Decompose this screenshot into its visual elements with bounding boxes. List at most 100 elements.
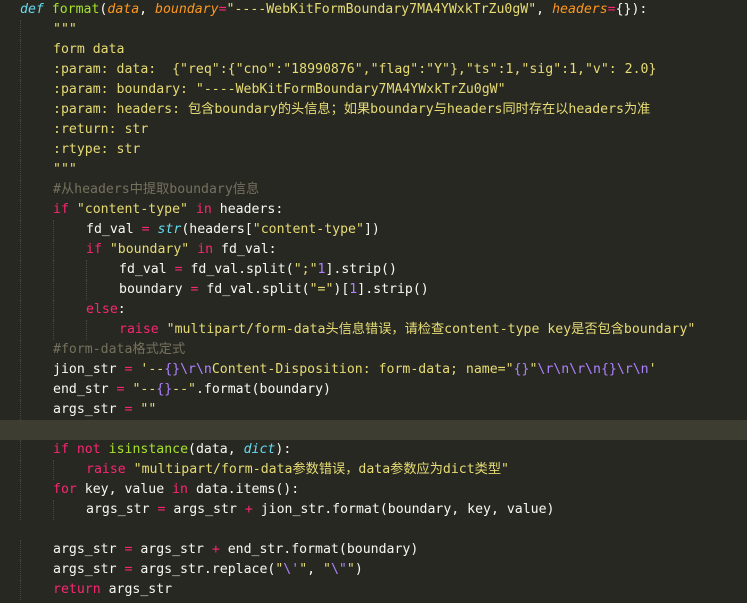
code-token: "content-type": [76, 202, 188, 217]
code-token: """: [53, 22, 77, 37]
code-token: Content-Disposition: form-data; name=": [211, 362, 514, 377]
indent-guide: [53, 500, 54, 520]
code-token: (headers[: [181, 222, 253, 237]
code-token: ,: [307, 562, 324, 577]
code-token: '--: [140, 362, 165, 377]
code-lines: def format(data, boundary="----WebKitFor…: [0, 0, 747, 600]
indent-guide: [20, 540, 21, 560]
indent-guide: [20, 220, 21, 240]
code-line[interactable]: :param: data: {"req":{"cno":"18990876","…: [0, 60, 747, 80]
code-token: raise: [119, 322, 159, 337]
code-line[interactable]: :return: str: [0, 120, 747, 140]
code-line[interactable]: #form-data格式定式: [0, 340, 747, 360]
indent-guide: [20, 160, 21, 180]
indent-guide: [20, 440, 21, 460]
code-text: jion_str = '--{}\r\nContent-Disposition:…: [53, 360, 657, 380]
code-line[interactable]: """: [0, 160, 747, 180]
indent-guide: [53, 220, 54, 240]
code-line[interactable]: [0, 520, 747, 540]
code-line[interactable]: form data: [0, 40, 747, 60]
code-line[interactable]: #从headers中提取boundary信息: [0, 180, 747, 200]
code-line[interactable]: for key, value in data.items():: [0, 480, 747, 500]
code-line[interactable]: end_str = "--{}--".format(boundary): [0, 380, 747, 400]
code-token: ': [648, 362, 657, 377]
code-line[interactable]: """: [0, 20, 747, 40]
code-line[interactable]: if "content-type" in headers:: [0, 200, 747, 220]
code-line[interactable]: args_str = args_str.replace("\'", "\""): [0, 560, 747, 580]
code-token: return: [53, 582, 101, 597]
code-line[interactable]: jion_str = '--{}\r\nContent-Disposition:…: [0, 360, 747, 380]
code-token: args_str: [53, 542, 125, 557]
indent-guide: [86, 280, 87, 300]
code-line[interactable]: :param: headers: 包含boundary的头信息；如果bounda…: [0, 100, 747, 120]
code-token: ";": [293, 262, 318, 277]
code-token: isinstance: [108, 442, 189, 457]
code-text: if "boundary" in fd_val:: [86, 240, 277, 260]
code-token: if: [86, 242, 102, 257]
code-line[interactable]: boundary = fd_val.split("=")[1].strip(): [0, 280, 747, 300]
code-line[interactable]: args_str = args_str + end_str.format(bou…: [0, 540, 747, 560]
code-token: "content-type": [252, 222, 364, 237]
indent-guide: [20, 260, 21, 280]
code-token: (data,: [188, 442, 244, 457]
code-token: dict: [243, 442, 276, 457]
code-token: --": [172, 382, 196, 397]
code-token: if: [53, 442, 69, 457]
code-text: fd_val = fd_val.split(";"1].strip(): [119, 260, 397, 280]
code-text: if "content-type" in headers:: [53, 200, 283, 220]
indent-guide: [20, 300, 21, 320]
code-token: =: [218, 2, 227, 17]
code-token: else: [86, 302, 118, 317]
code-line[interactable]: if "boundary" in fd_val:: [0, 240, 747, 260]
code-text: args_str = args_str + jion_str.format(bo…: [86, 500, 554, 520]
code-token: =: [607, 2, 616, 17]
code-token: jion_str.format(boundary, key, value): [252, 502, 555, 517]
code-token: ": [323, 562, 331, 577]
code-token: boundary: [119, 282, 191, 297]
code-line[interactable]: raise "multipart/form-data参数错误，data参数应为d…: [0, 460, 747, 480]
indent-guide: [20, 500, 21, 520]
indent-guide: [20, 560, 21, 580]
code-text: form data: [53, 40, 124, 60]
code-token: format: [51, 2, 100, 17]
code-token: form data: [53, 42, 125, 57]
code-token: raise: [86, 462, 126, 477]
code-token: "=": [309, 282, 334, 297]
code-token: args_str: [165, 502, 245, 517]
code-token: =: [141, 222, 150, 237]
code-line[interactable]: args_str = args_str + jion_str.format(bo…: [0, 500, 747, 520]
code-line[interactable]: args_str = "": [0, 400, 747, 420]
code-line[interactable]: raise "multipart/form-data头信息错误，请检查conte…: [0, 320, 747, 340]
code-line[interactable]: fd_val = fd_val.split(";"1].strip(): [0, 260, 747, 280]
code-token: ,: [139, 2, 156, 17]
code-token: ].strip(): [357, 282, 429, 297]
code-token: fd_val.split(: [182, 262, 294, 277]
code-token: jion_str: [53, 362, 125, 377]
indent-guide: [53, 320, 54, 340]
code-line[interactable]: if not isinstance(data, dict):: [0, 440, 747, 460]
code-text: :param: headers: 包含boundary的头信息；如果bounda…: [53, 100, 650, 120]
code-line-current[interactable]: [0, 420, 747, 440]
code-text: args_str = args_str + end_str.format(bou…: [53, 540, 418, 560]
indent-guide: [20, 460, 21, 480]
code-line[interactable]: :rtype: str: [0, 140, 747, 160]
code-token: args_str: [53, 402, 125, 417]
code-editor[interactable]: def format(data, boundary="----WebKitFor…: [0, 0, 747, 603]
code-line[interactable]: :param: boundary: "----WebKitFormBoundar…: [0, 80, 747, 100]
indent-guide: [53, 280, 54, 300]
code-token: #form-data格式定式: [53, 342, 186, 357]
code-line[interactable]: else:: [0, 300, 747, 320]
code-token: :param: data: {"req":{"cno":"18990876","…: [53, 62, 657, 77]
code-text: end_str = "--{}--".format(boundary): [53, 380, 331, 400]
code-line[interactable]: fd_val = str(headers["content-type"]): [0, 220, 747, 240]
code-text: """: [53, 20, 77, 40]
code-text: raise "multipart/form-data参数错误，data参数应为d…: [86, 460, 509, 480]
code-line[interactable]: return args_str: [0, 580, 747, 600]
code-token: "multipart/form-data参数错误，data参数应为dict类型": [133, 462, 509, 477]
code-token: {}: [600, 362, 617, 377]
code-token: headers: [552, 2, 608, 17]
code-line[interactable]: def format(data, boundary="----WebKitFor…: [0, 0, 747, 20]
